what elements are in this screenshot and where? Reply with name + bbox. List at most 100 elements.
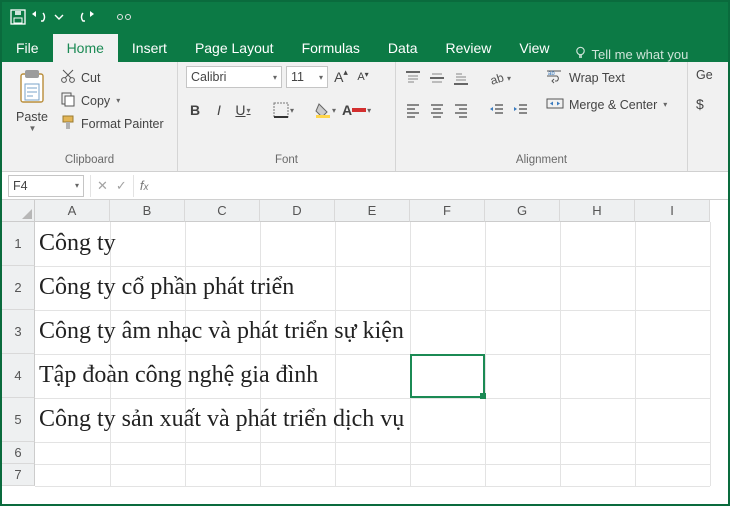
group-number: Ge $ [688, 62, 728, 171]
row-header[interactable]: 5 [2, 398, 35, 442]
active-cell-cursor [410, 354, 485, 398]
tab-formulas[interactable]: Formulas [288, 34, 374, 62]
formula-bar: F4 ▾ ✕ ✓ fx [2, 172, 728, 200]
increase-indent-icon[interactable] [512, 100, 530, 120]
align-top-icon[interactable] [404, 68, 422, 88]
tab-data[interactable]: Data [374, 34, 432, 62]
paste-label: Paste [16, 110, 48, 124]
undo-icon[interactable] [30, 9, 50, 25]
tab-review[interactable]: Review [432, 34, 506, 62]
formula-input[interactable] [154, 175, 728, 197]
col-header[interactable]: A [35, 200, 110, 222]
lightbulb-icon [574, 46, 587, 62]
number-format-select[interactable]: Ge [696, 68, 720, 82]
row-header[interactable]: 4 [2, 354, 35, 398]
wrap-text-icon: ab [546, 68, 564, 87]
cell-A2[interactable]: Công ty cổ phần phát triển [39, 274, 294, 301]
align-middle-icon[interactable] [428, 68, 446, 88]
decrease-font-icon[interactable]: A▾ [354, 67, 372, 87]
scissors-icon [60, 68, 76, 87]
cell-A5[interactable]: Công ty sản xuất và phát triển dịch vụ [39, 406, 404, 433]
font-name-value: Calibri [191, 70, 226, 84]
tab-insert[interactable]: Insert [118, 34, 181, 62]
title-bar [2, 2, 728, 32]
fill-color-button[interactable]: ▾ [315, 100, 336, 120]
svg-text:ab: ab [548, 71, 555, 77]
copy-button[interactable]: Copy ▾ [60, 91, 164, 110]
wrap-text-button[interactable]: ab Wrap Text [546, 68, 667, 87]
font-name-select[interactable]: Calibri ▾ [186, 66, 282, 88]
chevron-down-icon: ▾ [273, 73, 277, 82]
align-right-icon[interactable] [452, 100, 470, 120]
touch-mode-icon[interactable] [116, 9, 132, 25]
col-header[interactable]: D [260, 200, 335, 222]
chevron-down-icon: ▾ [332, 106, 336, 115]
save-icon[interactable] [10, 9, 26, 25]
col-header[interactable]: B [110, 200, 185, 222]
column-headers: A B C D E F G H I [35, 200, 710, 222]
copy-label: Copy [81, 94, 110, 108]
format-painter-label: Format Painter [81, 117, 164, 131]
col-header[interactable]: G [485, 200, 560, 222]
tab-home[interactable]: Home [53, 34, 118, 62]
tab-page-layout[interactable]: Page Layout [181, 34, 288, 62]
bold-button[interactable]: B [186, 100, 204, 120]
enter-formula-icon[interactable]: ✓ [116, 178, 127, 194]
col-header[interactable]: H [560, 200, 635, 222]
group-clipboard: Paste ▼ Cut Copy ▾ Format Painter C [2, 62, 178, 171]
row-headers: 1 2 3 4 5 6 7 [2, 222, 35, 486]
group-alignment: ab▾ ab Wrap Text Merge & [396, 62, 688, 171]
align-bottom-icon[interactable] [452, 68, 470, 88]
fx-icon[interactable]: fx [134, 178, 155, 193]
cells-area[interactable]: Công ty Công ty cổ phần phát triển Công … [35, 222, 710, 486]
svg-text:ab: ab [488, 70, 505, 86]
borders-button[interactable]: ▾ [273, 100, 294, 120]
cell-A1[interactable]: Công ty [39, 230, 116, 257]
worksheet: A B C D E F G H I 1 2 3 4 5 6 7 [2, 200, 728, 504]
decrease-indent-icon[interactable] [488, 100, 506, 120]
font-size-select[interactable]: 11 ▾ [286, 66, 328, 88]
select-all-corner[interactable] [2, 200, 35, 222]
row-header[interactable]: 2 [2, 266, 35, 310]
underline-button[interactable]: U▾ [234, 100, 252, 120]
italic-button[interactable]: I [210, 100, 228, 120]
paste-button[interactable]: Paste ▼ [10, 66, 54, 133]
name-box-value: F4 [13, 179, 28, 193]
accounting-format-button[interactable]: $ [696, 96, 720, 112]
cancel-formula-icon[interactable]: ✕ [97, 178, 108, 194]
row-header[interactable]: 3 [2, 310, 35, 354]
orientation-icon[interactable]: ab▾ [488, 68, 511, 88]
chevron-down-icon: ▾ [319, 73, 323, 82]
name-box[interactable]: F4 ▾ [8, 175, 84, 197]
chevron-down-icon: ▾ [247, 106, 251, 115]
qat-dropdown-icon[interactable] [54, 9, 64, 25]
increase-font-icon[interactable]: A▴ [332, 67, 350, 87]
paintbrush-icon [60, 114, 76, 133]
col-header[interactable]: E [335, 200, 410, 222]
redo-icon[interactable] [78, 9, 98, 25]
font-color-button[interactable]: A▾ [342, 100, 371, 120]
chevron-down-icon: ▾ [75, 181, 79, 190]
align-center-icon[interactable] [428, 100, 446, 120]
align-left-icon[interactable] [404, 100, 422, 120]
tell-me[interactable]: Tell me what you [574, 46, 689, 62]
tab-file[interactable]: File [2, 34, 53, 62]
chevron-down-icon: ▾ [367, 106, 371, 115]
row-header[interactable]: 6 [2, 442, 35, 464]
tell-me-label: Tell me what you [592, 47, 689, 62]
cut-button[interactable]: Cut [60, 68, 164, 87]
merge-center-button[interactable]: Merge & Center ▾ [546, 95, 667, 114]
format-painter-button[interactable]: Format Painter [60, 114, 164, 133]
paste-icon [15, 68, 49, 108]
cut-label: Cut [81, 71, 100, 85]
tab-view[interactable]: View [505, 34, 563, 62]
cell-A3[interactable]: Công ty âm nhạc và phát triển sự kiện [39, 318, 404, 345]
col-header[interactable]: I [635, 200, 710, 222]
clipboard-group-label: Clipboard [10, 154, 169, 169]
col-header[interactable]: F [410, 200, 485, 222]
col-header[interactable]: C [185, 200, 260, 222]
cell-A4[interactable]: Tập đoàn công nghệ gia đình [39, 362, 318, 389]
font-size-value: 11 [291, 70, 304, 84]
row-header[interactable]: 7 [2, 464, 35, 486]
row-header[interactable]: 1 [2, 222, 35, 266]
